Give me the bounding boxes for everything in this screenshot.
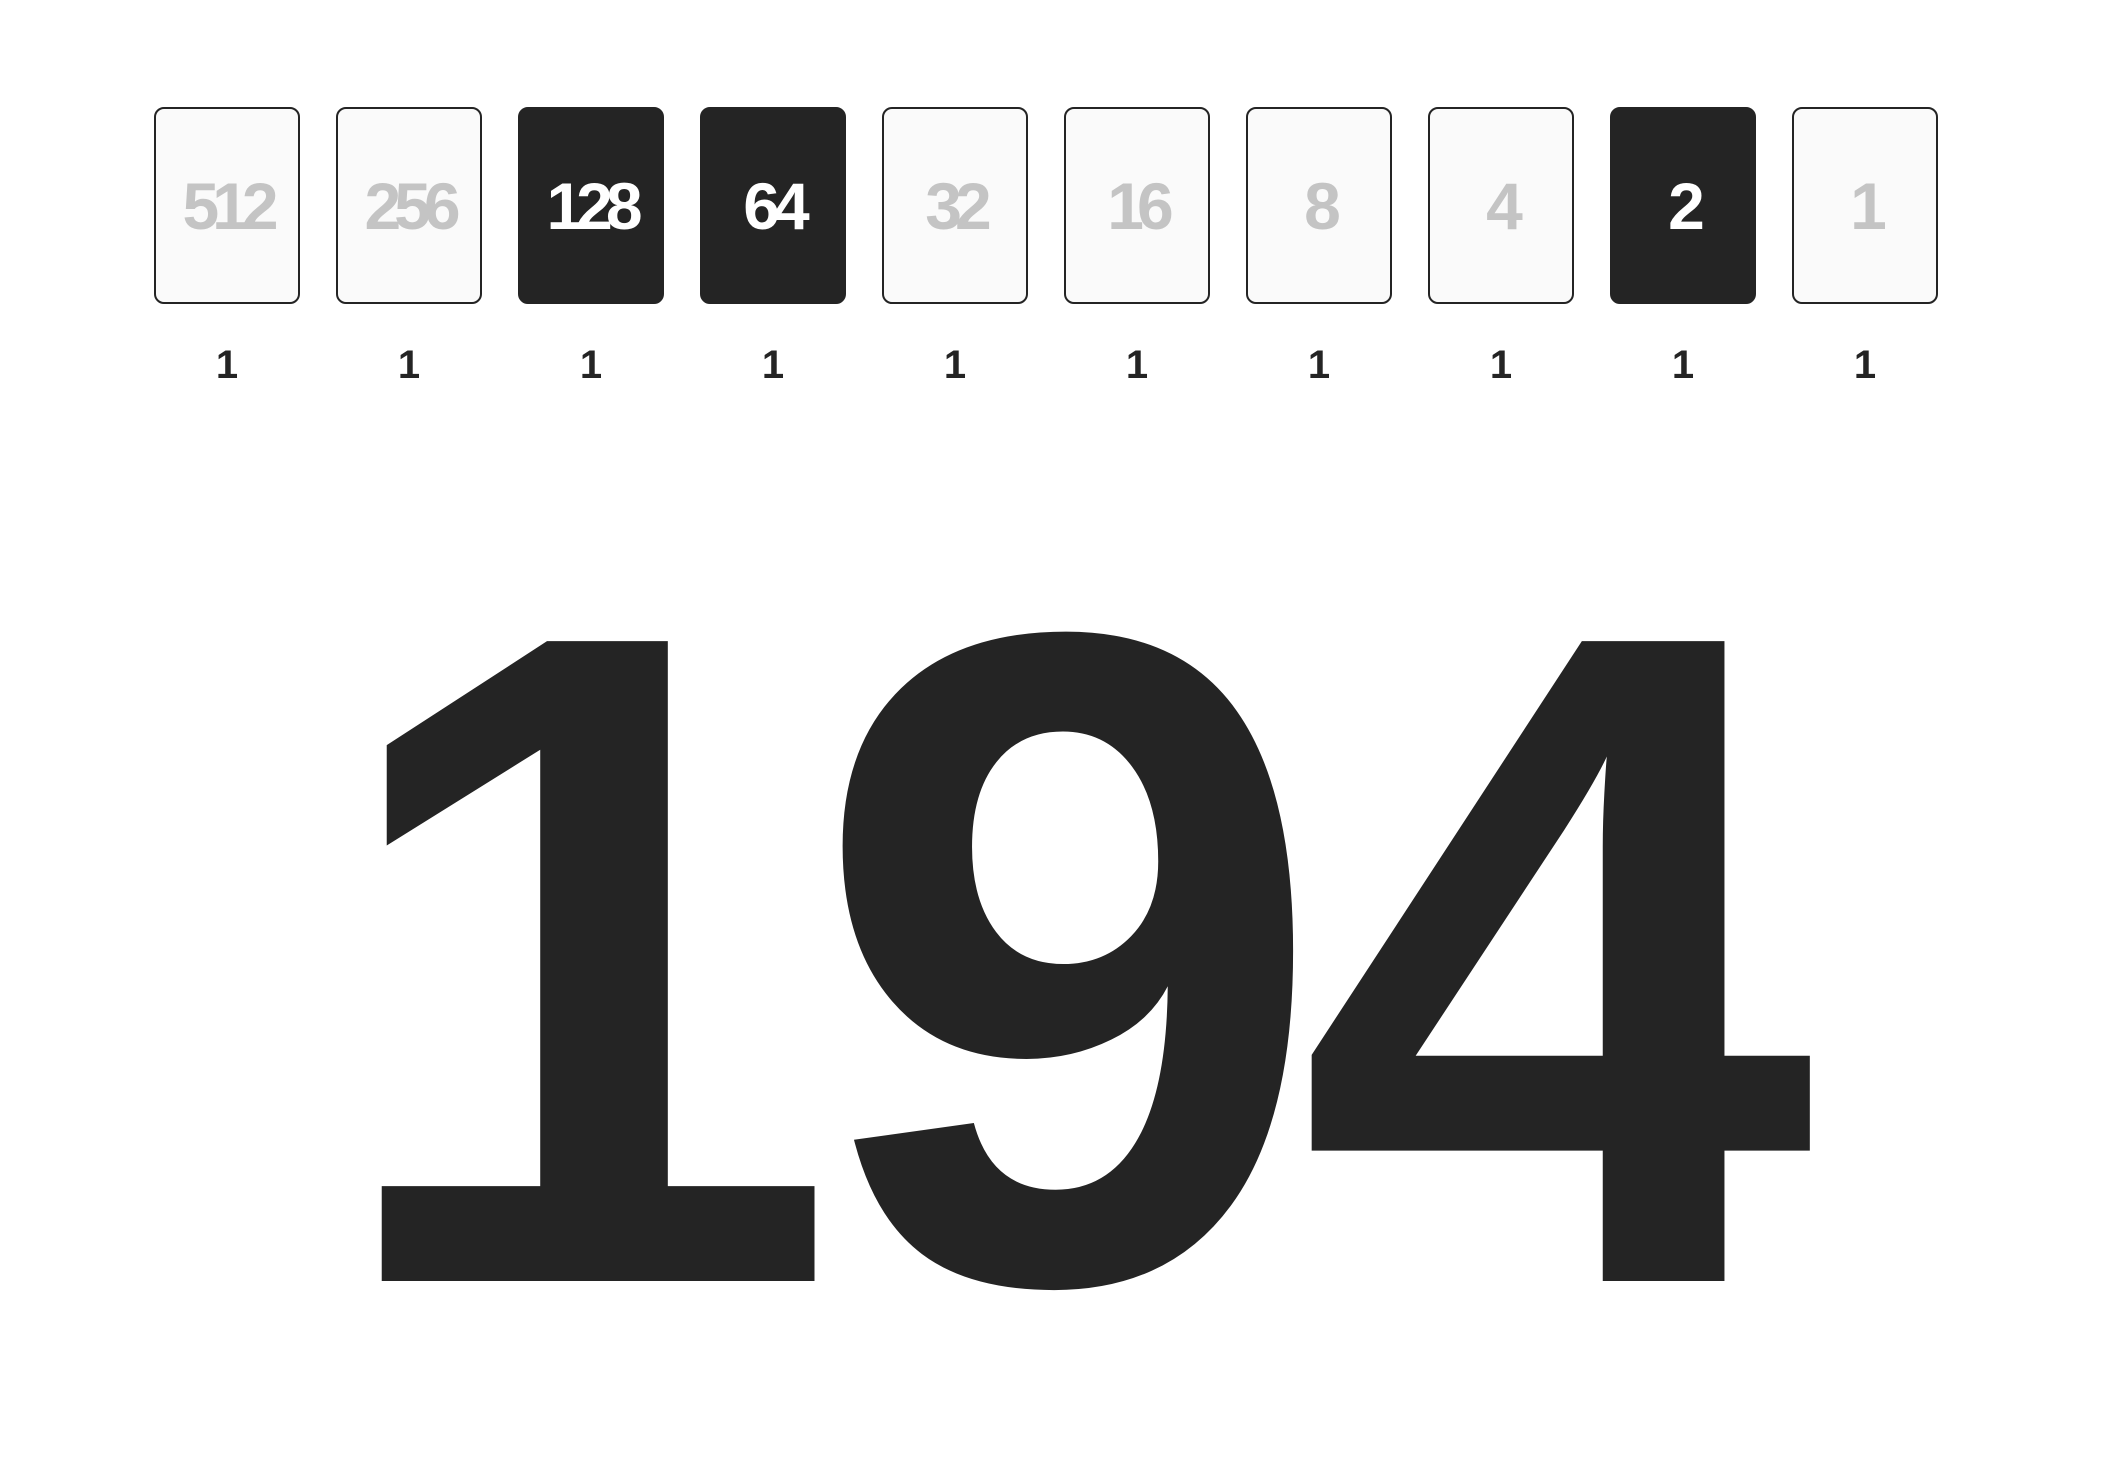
card-value: 16: [1107, 168, 1173, 243]
card-value: 256: [364, 168, 460, 243]
bit-label: 1: [1125, 343, 1149, 387]
card-value: 8: [1304, 168, 1341, 243]
card-slot-512: 512 1: [154, 107, 300, 397]
bit-label: 1: [1489, 343, 1513, 387]
bit-label: 1: [397, 343, 421, 387]
binary-card-1[interactable]: 1: [1792, 107, 1938, 304]
card-value: 64: [743, 168, 809, 243]
binary-card-8[interactable]: 8: [1246, 107, 1392, 304]
binary-card-64[interactable]: 64: [700, 107, 846, 304]
card-slot-256: 256 1: [336, 107, 482, 397]
card-value: 4: [1486, 168, 1523, 243]
card-slot-128: 128 1: [518, 107, 664, 397]
card-slot-32: 32 1: [882, 107, 1028, 397]
card-value: 512: [182, 168, 278, 243]
binary-card-128[interactable]: 128: [518, 107, 664, 304]
bit-label: 1: [579, 343, 603, 387]
binary-card-16[interactable]: 16: [1064, 107, 1210, 304]
bit-label: 1: [943, 343, 967, 387]
card-slot-1: 1 1: [1792, 107, 1938, 397]
bit-label: 1: [1671, 343, 1695, 387]
bit-label: 1: [215, 343, 239, 387]
binary-card-row: 512 1 256 1 128 1 64 1 32 1 16 1 8 1 4 1…: [154, 107, 1938, 397]
decimal-total: 194: [323, 440, 1815, 1479]
bit-label: 1: [1307, 343, 1331, 387]
card-slot-64: 64 1: [700, 107, 846, 397]
card-value: 32: [925, 168, 991, 243]
card-slot-4: 4 1: [1428, 107, 1574, 397]
card-value: 1: [1850, 168, 1887, 243]
card-slot-8: 8 1: [1246, 107, 1392, 397]
binary-card-32[interactable]: 32: [882, 107, 1028, 304]
bit-label: 1: [761, 343, 785, 387]
card-slot-2: 2 1: [1610, 107, 1756, 397]
binary-card-512[interactable]: 512: [154, 107, 300, 304]
card-value: 128: [546, 168, 642, 243]
binary-card-256[interactable]: 256: [336, 107, 482, 304]
card-value: 2: [1668, 168, 1705, 243]
binary-card-2[interactable]: 2: [1610, 107, 1756, 304]
bit-label: 1: [1853, 343, 1877, 387]
card-slot-16: 16 1: [1064, 107, 1210, 397]
binary-card-4[interactable]: 4: [1428, 107, 1574, 304]
